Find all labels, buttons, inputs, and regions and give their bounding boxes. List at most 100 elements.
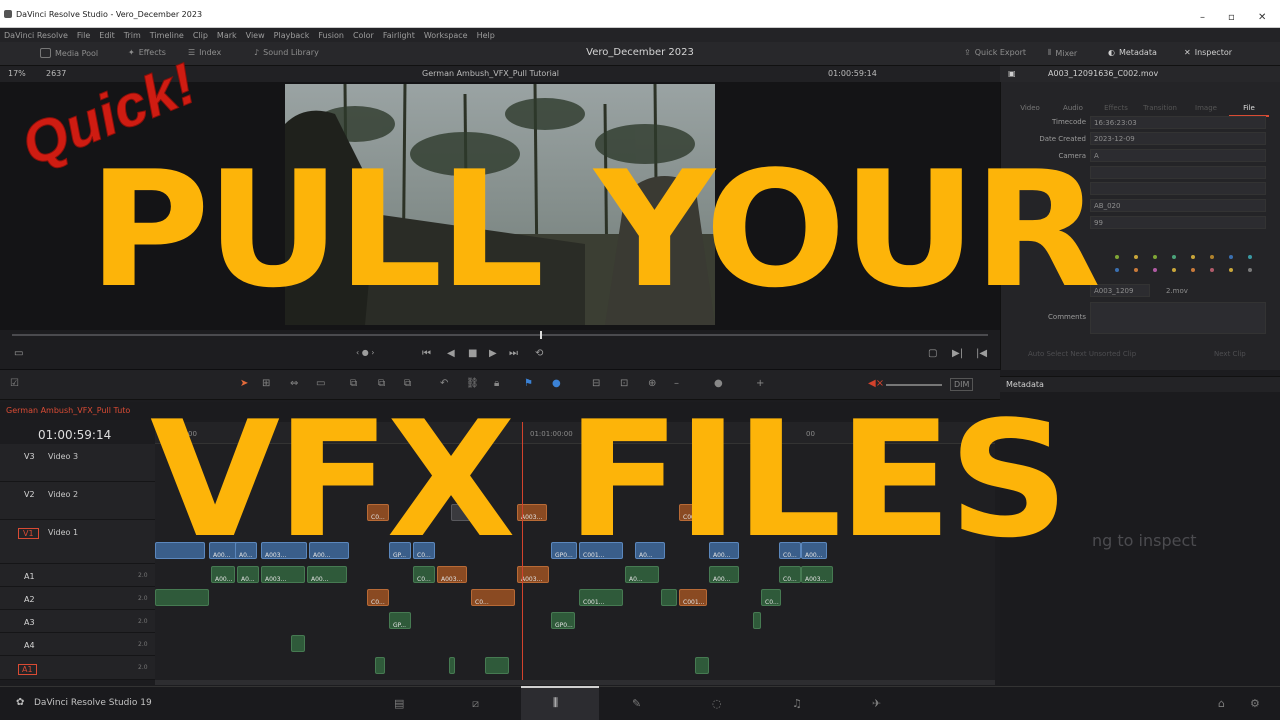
clip-thumbnail-icon: ▣ bbox=[1008, 69, 1016, 78]
close-icon[interactable]: ✕ bbox=[1258, 12, 1266, 23]
viewer-playhead[interactable] bbox=[540, 331, 542, 339]
menu-fairlight[interactable]: Fairlight bbox=[383, 31, 415, 40]
fairlight-page-icon[interactable]: ♫ bbox=[792, 697, 802, 710]
menu-fusion[interactable]: Fusion bbox=[318, 31, 344, 40]
clip[interactable]: C001... bbox=[579, 589, 623, 606]
track-tag[interactable]: A1 bbox=[18, 664, 37, 675]
track-tag[interactable]: V1 bbox=[18, 528, 39, 539]
menu-clip[interactable]: Clip bbox=[193, 31, 208, 40]
menu-edit[interactable]: Edit bbox=[99, 31, 115, 40]
go-to-end-icon[interactable]: ⏭ bbox=[509, 348, 518, 359]
viewer-scrubber[interactable] bbox=[12, 334, 988, 336]
fusion-page-icon[interactable]: ✎ bbox=[632, 697, 641, 710]
viewer-mode-icon[interactable]: ▭ bbox=[14, 348, 23, 359]
clip[interactable] bbox=[661, 589, 677, 606]
menu-timeline[interactable]: Timeline bbox=[150, 31, 184, 40]
tab-video[interactable]: Video bbox=[1010, 104, 1050, 112]
top-toolbar: Media Pool ✦ Effects ☰ Index ♪ Sound Librar… bbox=[0, 42, 1280, 66]
menu-mark[interactable]: Mark bbox=[217, 31, 237, 40]
clip[interactable] bbox=[753, 612, 761, 629]
resolve-logo-icon: ✿ bbox=[16, 697, 25, 708]
edit-page-button[interactable]: ⫼ bbox=[521, 686, 599, 720]
go-to-start-icon[interactable]: ⏮ bbox=[422, 348, 431, 359]
prev-edit-icon[interactable]: |◀ bbox=[976, 348, 987, 359]
empty-field[interactable] bbox=[1090, 166, 1266, 179]
cut-page-icon[interactable]: ⧄ bbox=[472, 697, 479, 711]
menu-trim[interactable]: Trim bbox=[124, 31, 141, 40]
clip[interactable] bbox=[449, 657, 455, 674]
date-created-field[interactable]: 2023-12-09 bbox=[1090, 132, 1266, 145]
jog-icon[interactable]: ‹ ● › bbox=[356, 348, 374, 357]
menu-file[interactable]: File bbox=[77, 31, 90, 40]
maximize-icon[interactable]: ▫ bbox=[1228, 12, 1235, 23]
track-level: 2.0 bbox=[138, 572, 148, 579]
menu-resolve[interactable]: DaVinci Resolve bbox=[4, 31, 68, 40]
color-page-icon[interactable]: ◌ bbox=[712, 697, 722, 710]
timeline-scrollbar[interactable] bbox=[155, 680, 995, 685]
menu-help[interactable]: Help bbox=[477, 31, 495, 40]
tab-audio[interactable]: Audio bbox=[1053, 104, 1093, 112]
minimize-icon[interactable]: – bbox=[1200, 12, 1205, 23]
camera-field[interactable]: A bbox=[1090, 149, 1266, 162]
deliver-page-icon[interactable]: ✈ bbox=[872, 697, 881, 710]
track-tag[interactable]: A4 bbox=[24, 641, 35, 650]
effects-button[interactable]: ✦ Effects bbox=[128, 48, 166, 57]
home-icon[interactable]: ⌂ bbox=[1218, 697, 1225, 710]
settings-gear-icon[interactable]: ⚙ bbox=[1250, 697, 1260, 710]
timeline-tab[interactable]: German Ambush_VFX_Pull Tuto bbox=[6, 406, 130, 415]
track-level: 2.0 bbox=[138, 641, 148, 648]
metadata-empty-text: ng to inspect bbox=[1092, 531, 1197, 550]
timeline-selector[interactable]: German Ambush_VFX_Pull Tutorial bbox=[422, 69, 559, 78]
clip[interactable]: C0... bbox=[761, 589, 781, 606]
tab-transition[interactable]: Transition bbox=[1140, 104, 1180, 112]
menu-view[interactable]: View bbox=[246, 31, 265, 40]
next-edit-icon[interactable]: ▶| bbox=[952, 348, 963, 359]
reel-field[interactable]: AB_020 bbox=[1090, 199, 1266, 212]
empty-field[interactable] bbox=[1090, 182, 1266, 195]
clip-color-swatches[interactable] bbox=[1112, 254, 1262, 272]
clip[interactable]: GP... bbox=[389, 612, 411, 629]
loop-icon[interactable]: ⟲ bbox=[535, 348, 543, 359]
take-field[interactable]: 99 bbox=[1090, 216, 1266, 229]
next-clip-button[interactable]: Next Clip bbox=[1214, 350, 1246, 358]
clip[interactable]: C0... bbox=[471, 589, 515, 606]
tab-effects[interactable]: Effects bbox=[1096, 104, 1136, 112]
clip[interactable] bbox=[485, 657, 509, 674]
metadata-button[interactable]: ◐ Metadata bbox=[1108, 48, 1157, 57]
match-frame-icon[interactable]: ▢ bbox=[928, 348, 937, 359]
menu-workspace[interactable]: Workspace bbox=[424, 31, 468, 40]
media-page-icon[interactable]: ▤ bbox=[394, 697, 404, 710]
track-name: Video 1 bbox=[48, 528, 79, 537]
clip[interactable]: GP0... bbox=[551, 612, 575, 629]
play-reverse-icon[interactable]: ◀ bbox=[447, 348, 455, 359]
inspector-button[interactable]: ✕ Inspector bbox=[1184, 48, 1232, 57]
track-tag[interactable]: V3 bbox=[24, 452, 35, 461]
title-bar: DaVinci Resolve Studio - Vero_December 2… bbox=[0, 0, 1280, 28]
clip[interactable]: C001... bbox=[679, 589, 707, 606]
track-tag[interactable]: A1 bbox=[24, 572, 35, 581]
auto-select-checkbox[interactable]: Auto Select Next Unsorted Clip bbox=[1028, 350, 1136, 358]
quick-export-button[interactable]: ⇪ Quick Export bbox=[964, 48, 1026, 57]
zoom-level[interactable]: 17% bbox=[8, 69, 26, 78]
track-tag[interactable]: V2 bbox=[24, 490, 35, 499]
clip[interactable] bbox=[695, 657, 709, 674]
comments-field[interactable] bbox=[1090, 302, 1266, 334]
file-name-field[interactable]: A003_1209 bbox=[1090, 284, 1150, 297]
track-tag[interactable]: A3 bbox=[24, 618, 35, 627]
sound-library-button[interactable]: ♪ Sound Library bbox=[254, 48, 319, 57]
clip[interactable] bbox=[291, 635, 305, 652]
media-pool-button[interactable]: Media Pool bbox=[40, 48, 98, 58]
index-button[interactable]: ☰ Index bbox=[188, 48, 221, 57]
tab-image[interactable]: Image bbox=[1186, 104, 1226, 112]
mixer-button[interactable]: ⫴ Mixer bbox=[1048, 48, 1077, 58]
clip[interactable]: C0... bbox=[367, 589, 389, 606]
timeline-view-options-icon[interactable]: ☑ bbox=[10, 378, 19, 389]
timecode-field[interactable]: 16:36:23:03 bbox=[1090, 116, 1266, 129]
stop-icon[interactable]: ■ bbox=[468, 348, 477, 359]
play-icon[interactable]: ▶ bbox=[489, 348, 497, 359]
menu-playback[interactable]: Playback bbox=[274, 31, 310, 40]
clip[interactable] bbox=[155, 589, 209, 606]
track-tag[interactable]: A2 bbox=[24, 595, 35, 604]
menu-color[interactable]: Color bbox=[353, 31, 374, 40]
clip[interactable] bbox=[375, 657, 385, 674]
